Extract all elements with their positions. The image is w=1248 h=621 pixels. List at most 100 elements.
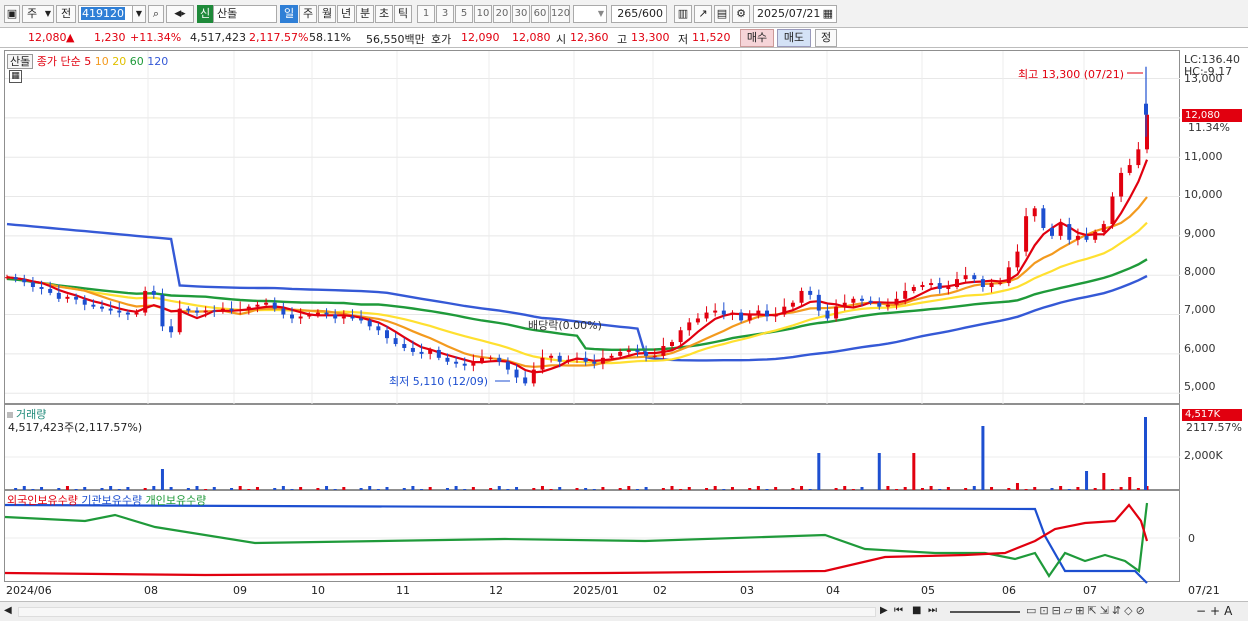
- candle-body: [592, 361, 597, 364]
- candle-body: [402, 344, 407, 348]
- candle-body: [566, 359, 571, 362]
- prev-button[interactable]: 전: [56, 5, 76, 23]
- candle-body: [454, 361, 459, 364]
- high-label: 고: [617, 33, 628, 46]
- volume-axis: 4,517K 2117.57% 2,000K: [1180, 404, 1244, 490]
- scroll-left-icon[interactable]: ◀: [4, 605, 12, 616]
- interval-20[interactable]: 20: [493, 5, 511, 23]
- axis-5000: 5,000: [1184, 380, 1216, 393]
- search-icon[interactable]: ⌕: [148, 5, 164, 23]
- zoom-controls[interactable]: −+A: [1196, 604, 1236, 618]
- candle-body: [125, 312, 130, 315]
- tool-icons[interactable]: ▭⊡⊟▱⊞⇱⇲⇵◇⊘: [1026, 604, 1148, 617]
- price-chart-pane[interactable]: 산돌 종가 단순 5 10 20 60 120 ▦ 최고 13,300 (07/…: [4, 50, 1181, 405]
- candle-body: [393, 338, 398, 345]
- candle-body: [808, 290, 813, 295]
- candle-body: [1041, 208, 1046, 228]
- interval-60[interactable]: 60: [531, 5, 549, 23]
- rewind-icon[interactable]: ⏮: [894, 605, 903, 616]
- candle-body: [626, 349, 631, 352]
- holdings-pane[interactable]: 외국인보유수량 기관보유수량 개인보유수량: [4, 490, 1181, 584]
- low-label: 저: [678, 33, 689, 46]
- candle-body: [877, 302, 882, 307]
- candle-body: [359, 318, 364, 321]
- candle-body: [445, 357, 450, 362]
- candle-body: [350, 316, 355, 319]
- candle-body: [48, 288, 53, 293]
- buy-button[interactable]: 매수: [740, 29, 774, 47]
- interval-dropdown[interactable]: ▼: [573, 5, 607, 23]
- period-minute[interactable]: 분: [356, 5, 374, 23]
- axis-6000: 6,000: [1184, 342, 1216, 355]
- candle-body: [333, 314, 338, 319]
- interval-10[interactable]: 10: [474, 5, 492, 23]
- period-second[interactable]: 초: [375, 5, 393, 23]
- stop-icon[interactable]: ■: [912, 605, 921, 616]
- save-icon[interactable]: ▤: [714, 5, 730, 23]
- candle-body: [39, 287, 44, 289]
- candle-body: [505, 361, 510, 370]
- stock-name-field[interactable]: 산돌: [213, 5, 277, 23]
- candle-body: [670, 342, 674, 346]
- candle-body: [160, 294, 165, 327]
- candle-body: [341, 316, 346, 319]
- ask-price: 12,090: [461, 31, 500, 44]
- candle-body: [324, 312, 329, 315]
- draw-tool-icon[interactable]: ↗: [694, 5, 712, 23]
- volume-axis-2000k: 2,000K: [1184, 449, 1223, 462]
- count-field[interactable]: 265/600: [611, 5, 667, 23]
- interval-120[interactable]: 120: [550, 5, 570, 23]
- candle-body: [773, 314, 778, 317]
- legend-ma60: 60: [129, 55, 144, 68]
- legend-ma20: 20: [112, 55, 127, 68]
- open-price: 12,360: [570, 31, 609, 44]
- stock-code-input[interactable]: 419120: [78, 5, 134, 23]
- volume-bar: [1102, 473, 1106, 491]
- candle-body: [100, 306, 104, 309]
- candle-body: [195, 310, 199, 313]
- candle-body: [695, 318, 700, 323]
- candle-body: [920, 285, 925, 287]
- candle-body: [644, 351, 649, 356]
- candle-body: [652, 355, 657, 357]
- speaker-icon[interactable]: ◀▸: [166, 5, 194, 23]
- candle-body: [428, 349, 433, 354]
- legend-stock-name: 산돌: [7, 54, 34, 69]
- interval-1[interactable]: 1: [417, 5, 435, 23]
- calendar-icon[interactable]: ▦: [823, 6, 833, 22]
- scroll-track[interactable]: [18, 607, 876, 617]
- interval-30[interactable]: 30: [512, 5, 530, 23]
- candle-body: [1058, 224, 1063, 236]
- period-month[interactable]: 월: [318, 5, 336, 23]
- volume-cur-tag: 4,517K: [1182, 409, 1242, 421]
- candle-body: [799, 290, 804, 303]
- settings-gear-icon[interactable]: ⚙: [732, 5, 750, 23]
- code-dropdown-icon[interactable]: ▼: [132, 5, 146, 23]
- volume-pane[interactable]: 거래량 4,517,423주(2,117.57%): [4, 404, 1181, 491]
- layout-icon[interactable]: ▣: [4, 5, 20, 23]
- interval-5[interactable]: 5: [455, 5, 473, 23]
- candle-body: [1127, 165, 1132, 173]
- candle-body: [583, 357, 588, 362]
- grid-toggle-icon[interactable]: ▦: [9, 70, 22, 83]
- unit-select[interactable]: 주 ▼: [22, 5, 54, 23]
- correction-button[interactable]: 정: [815, 29, 837, 47]
- zoom-slider[interactable]: [950, 611, 1020, 613]
- sell-button[interactable]: 매도: [777, 29, 811, 47]
- candle-type-icon[interactable]: ▥: [674, 5, 692, 23]
- period-week[interactable]: 주: [299, 5, 317, 23]
- candle-body: [972, 275, 977, 280]
- candle-body: [419, 351, 424, 354]
- period-year[interactable]: 년: [337, 5, 355, 23]
- candle-body: [272, 302, 277, 309]
- date-field[interactable]: 2025/07/21 ▦: [753, 5, 837, 23]
- period-day[interactable]: 일: [280, 5, 298, 23]
- scroll-right-icon[interactable]: ▶: [880, 605, 888, 616]
- forward-icon[interactable]: ⏭: [928, 605, 937, 616]
- candle-body: [618, 351, 623, 356]
- dividend-annotation: 배당락(0.00%): [528, 319, 602, 332]
- period-tick[interactable]: 틱: [394, 5, 412, 23]
- candle-body: [1136, 149, 1141, 166]
- candle-body: [91, 304, 96, 307]
- interval-3[interactable]: 3: [436, 5, 454, 23]
